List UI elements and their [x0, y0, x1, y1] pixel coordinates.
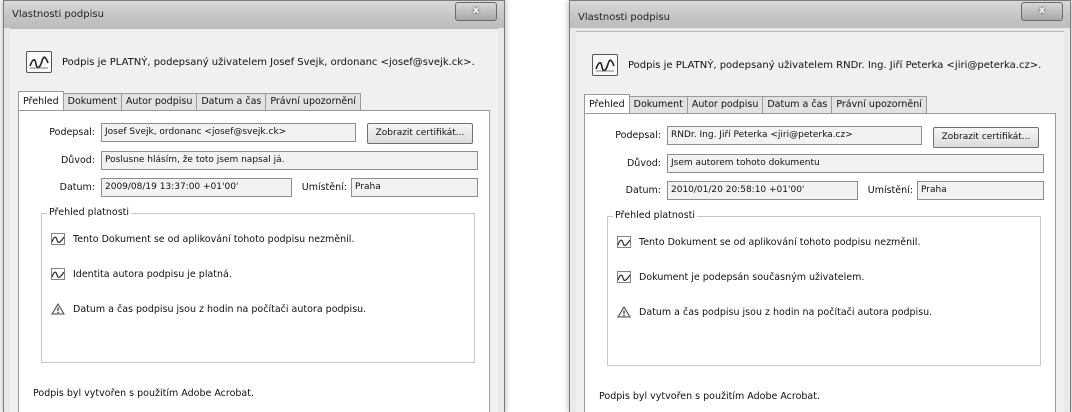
date-label: Datum:: [625, 185, 661, 196]
signature-ok-icon: [51, 268, 65, 280]
signature-status-text: Podpis je PLATNÝ, podepsaný uživatelem R…: [628, 60, 1042, 71]
close-button[interactable]: x: [455, 2, 497, 21]
show-certificate-button[interactable]: Zobrazit certifikát...: [367, 123, 473, 144]
signature-properties-dialog-right: Vlastnosti podpisu x Podpis je PLATNÝ, p…: [569, 0, 1071, 412]
validity-item-text: Datum a čas podpisu jsou z hodin na počí…: [73, 304, 367, 315]
tab-signer[interactable]: Autor podpisu: [120, 93, 198, 110]
window-title: Vlastnosti podpisu: [578, 12, 670, 23]
location-label: Umístění:: [867, 185, 913, 196]
tab-signer[interactable]: Autor podpisu: [686, 96, 764, 113]
reason-field[interactable]: Jsem autorem tohoto dokumentu: [667, 154, 1044, 173]
signed-by-field[interactable]: RNDr. Ing. Jiří Peterka <jiri@peterka.cz…: [667, 126, 922, 145]
validity-item-text: Identita autora podpisu je platná.: [73, 269, 232, 280]
reason-label: Důvod:: [626, 158, 661, 169]
tab-legal-notice[interactable]: Právní upozornění: [831, 96, 927, 113]
date-field[interactable]: 2009/08/19 13:37:00 +01'00': [101, 178, 292, 197]
overview-panel: Podepsal: Josef Svejk, ordonanc <josef@s…: [18, 110, 490, 412]
signed-by-label: Podepsal:: [615, 130, 661, 141]
tab-overview[interactable]: Přehled: [18, 91, 64, 110]
signature-ok-icon: [617, 236, 631, 248]
signature-ok-icon: [617, 271, 631, 283]
signature-ok-icon: [51, 233, 65, 245]
warning-icon: [51, 303, 65, 315]
reason-label: Důvod:: [60, 155, 95, 166]
validity-item-text: Tento Dokument se od aplikování tohoto p…: [73, 234, 355, 245]
validity-item-text: Tento Dokument se od aplikování tohoto p…: [639, 237, 921, 248]
window-title: Vlastnosti podpisu: [12, 9, 104, 20]
title-bar: Vlastnosti podpisu x: [570, 1, 1070, 28]
signed-by-field[interactable]: Josef Svejk, ordonanc <josef@svejk.ck>: [101, 123, 356, 142]
location-field[interactable]: Praha: [351, 178, 478, 197]
signed-by-label: Podepsal:: [49, 127, 95, 138]
location-label: Umístění:: [301, 182, 347, 193]
tab-date-time[interactable]: Datum a čas: [762, 96, 833, 113]
close-button[interactable]: x: [1021, 2, 1063, 21]
show-certificate-button[interactable]: Zobrazit certifikát...: [933, 127, 1039, 148]
signature-status-text: Podpis je PLATNÝ, podepsaný uživatelem J…: [62, 57, 475, 68]
signature-properties-dialog-left: Vlastnosti podpisu x Podpis je PLATNÝ, p…: [3, 0, 505, 412]
date-label: Datum:: [59, 182, 95, 193]
signature-valid-icon: [26, 51, 52, 73]
signature-valid-icon: [592, 54, 618, 76]
dialog-body: Podpis je PLATNÝ, podepsaný uživatelem J…: [10, 28, 498, 412]
date-field[interactable]: 2010/01/20 20:58:10 +01'00': [667, 181, 858, 200]
tab-document[interactable]: Dokument: [628, 96, 688, 113]
validity-item-text: Datum a čas podpisu jsou z hodin na počí…: [639, 307, 933, 318]
validity-summary-title: Přehled platnosti: [613, 210, 698, 221]
warning-icon: [617, 306, 631, 318]
tab-bar: Přehled Dokument Autor podpisu Datum a č…: [18, 91, 361, 110]
tab-date-time[interactable]: Datum a čas: [196, 93, 267, 110]
validity-item-text: Dokument je podepsán současným uživatele…: [639, 272, 865, 283]
footer-text: Podpis byl vytvořen s použitím Adobe Acr…: [599, 391, 820, 402]
tab-legal-notice[interactable]: Právní upozornění: [265, 93, 361, 110]
tab-document[interactable]: Dokument: [62, 93, 122, 110]
location-field[interactable]: Praha: [917, 181, 1044, 200]
overview-panel: Podepsal: RNDr. Ing. Jiří Peterka <jiri@…: [584, 113, 1056, 412]
footer-text: Podpis byl vytvořen s použitím Adobe Acr…: [33, 388, 254, 399]
dialog-body: Podpis je PLATNÝ, podepsaný uživatelem R…: [576, 31, 1064, 412]
validity-summary-title: Přehled platnosti: [47, 207, 132, 218]
tab-bar: Přehled Dokument Autor podpisu Datum a č…: [584, 94, 927, 113]
tab-overview[interactable]: Přehled: [584, 94, 630, 113]
reason-field[interactable]: Poslusne hlásím, že toto jsem napsal já.: [101, 151, 478, 170]
title-bar: Vlastnosti podpisu x: [4, 1, 504, 28]
